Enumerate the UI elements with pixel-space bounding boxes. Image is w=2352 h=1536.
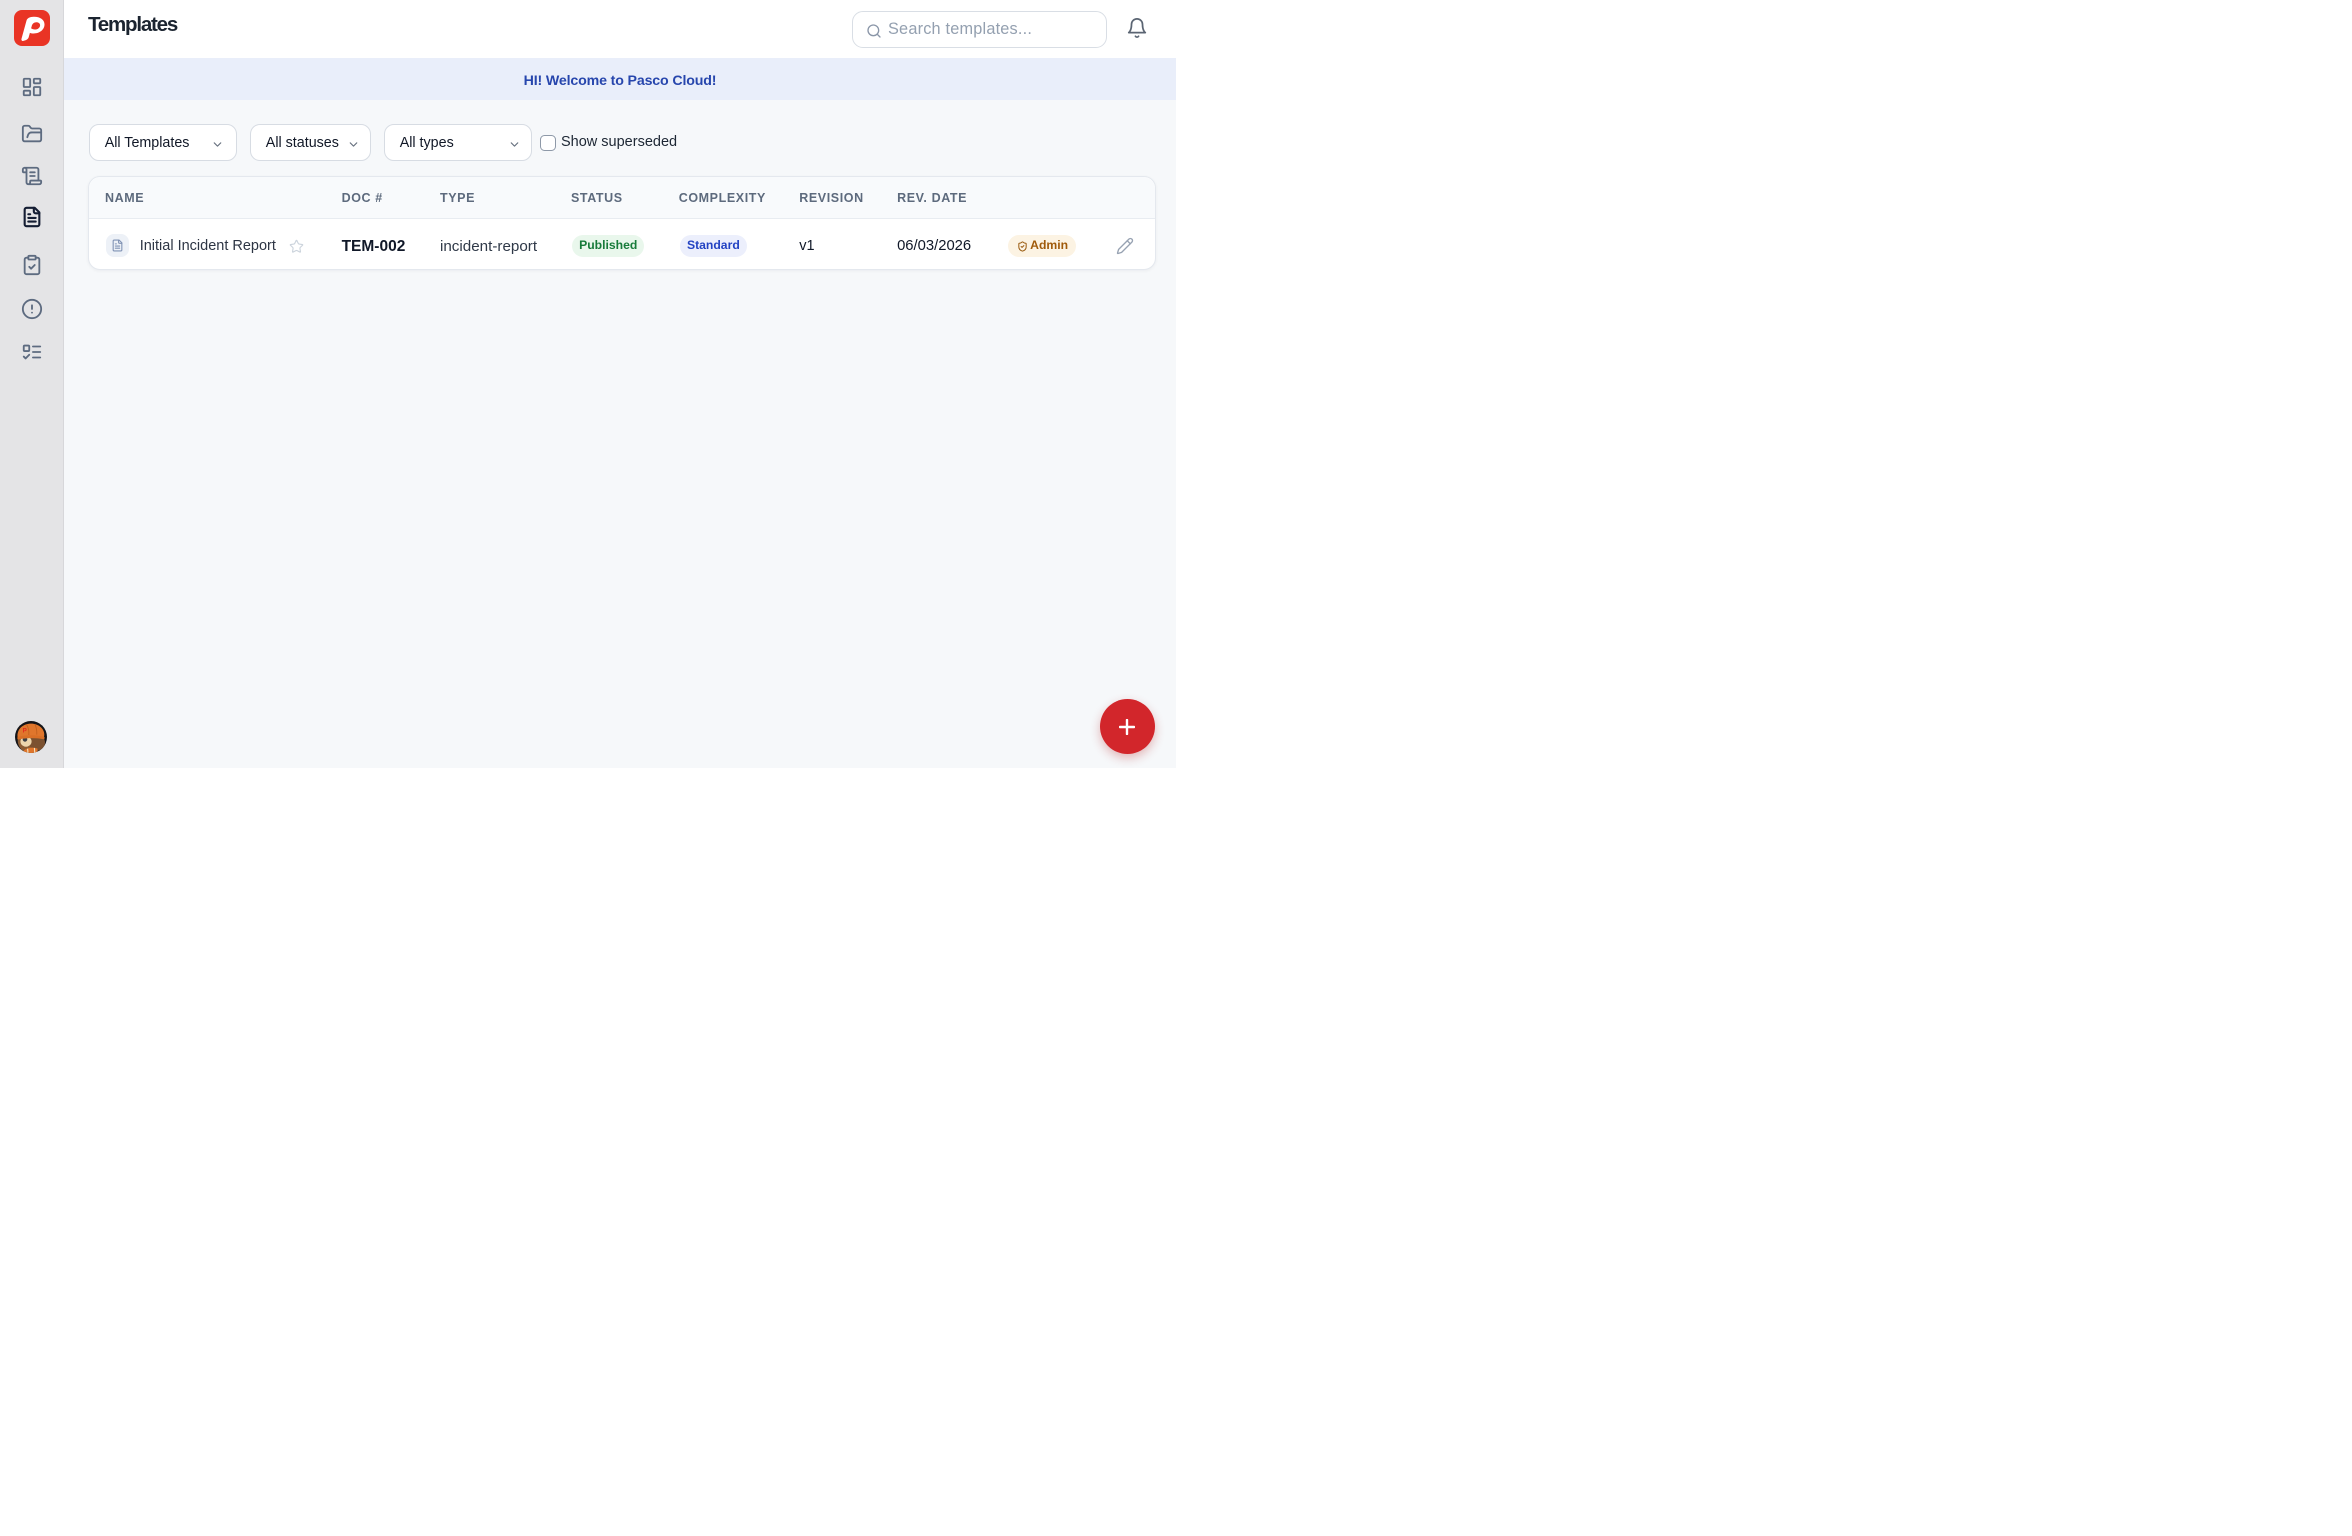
svg-text:P: P bbox=[23, 727, 27, 734]
